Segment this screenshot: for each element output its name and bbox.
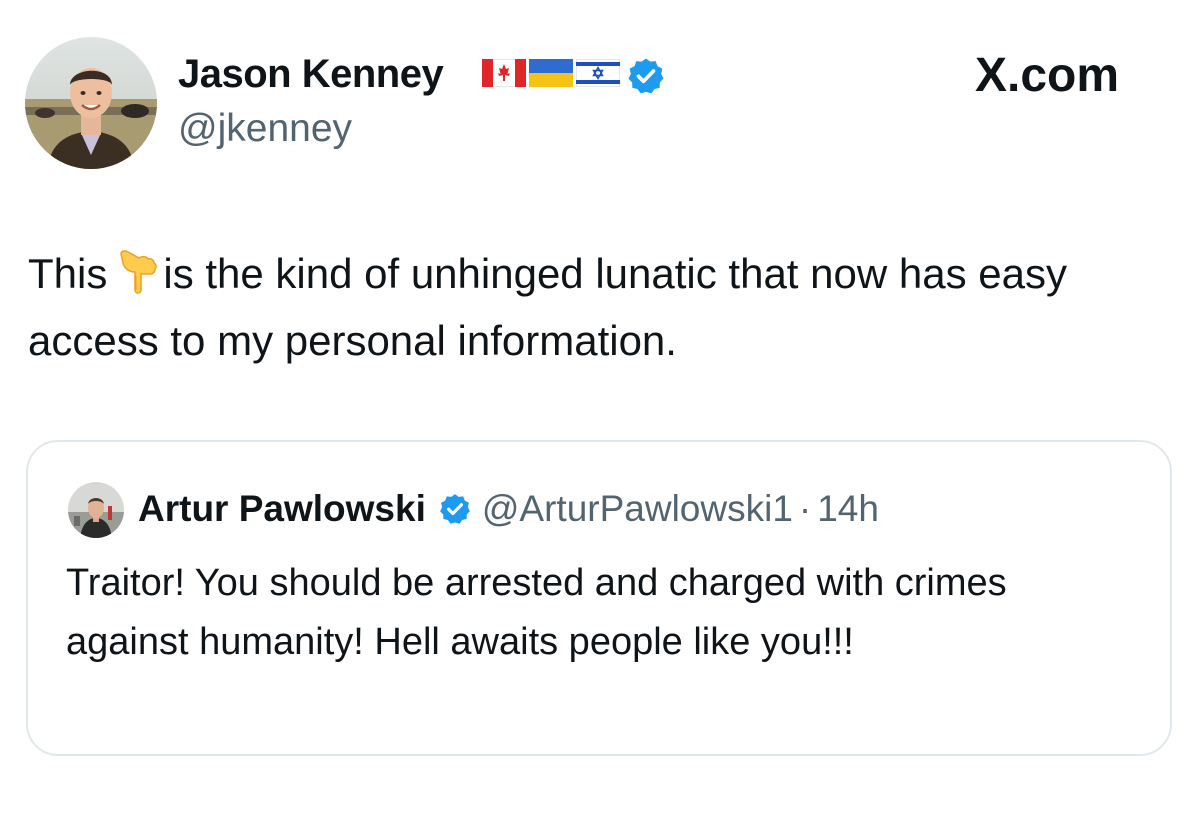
profile-flags [482, 59, 620, 87]
flag-israel-icon [576, 59, 620, 87]
author-avatar-image [25, 37, 157, 169]
quoted-tweet-timestamp[interactable]: 14h [817, 486, 879, 532]
flag-canada-icon [482, 59, 526, 87]
quoted-author-handle[interactable]: @ArturPawlowski1 [482, 486, 793, 532]
header-separator: · [798, 488, 812, 529]
verified-badge-icon[interactable] [626, 56, 666, 101]
quoted-tweet-text: Traitor! You should be arrested and char… [66, 562, 1007, 663]
tweet-text-rest: is the kind of unhinged lunatic that now… [28, 250, 1067, 364]
quoted-tweet-header: Artur Pawlowski @ArturPawlowski1 · 14h [138, 486, 879, 532]
tweet-text: This is the kind of unhinged lunatic tha… [28, 240, 1178, 374]
author-avatar[interactable] [25, 37, 157, 169]
tweet-text-start: This [28, 250, 108, 297]
author-display-name[interactable]: Jason Kenney [178, 50, 444, 98]
x-logo-text: X.com [975, 49, 1120, 102]
quoted-author-display-name[interactable]: Artur Pawlowski [138, 486, 426, 532]
quoted-author-avatar[interactable] [68, 482, 124, 538]
author-handle[interactable]: @jkenney [178, 106, 352, 152]
pointing-down-emoji-icon [113, 248, 159, 296]
flag-ukraine-icon [529, 59, 573, 87]
quoted-tweet-card[interactable]: Artur Pawlowski @ArturPawlowski1 · 14h T… [26, 440, 1172, 756]
quoted-verified-badge-icon[interactable] [438, 492, 472, 526]
x-com-watermark: X.com [975, 50, 1119, 102]
quoted-author-avatar-image [68, 482, 124, 538]
